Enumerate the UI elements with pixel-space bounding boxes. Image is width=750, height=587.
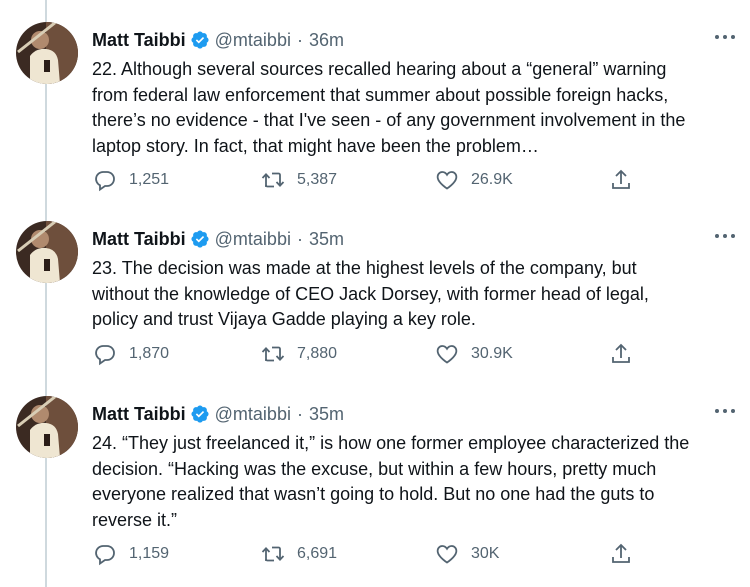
action-bar: 1,159 6,691 30K	[0, 541, 750, 567]
author-name[interactable]: Matt Taibbi	[92, 30, 186, 51]
share-icon	[612, 343, 630, 363]
separator-dot: ·	[296, 403, 303, 424]
tweet-text-line: 24. “They just freelanced it,” is how on…	[92, 433, 690, 453]
separator-dot: ·	[296, 29, 303, 50]
like-count: 30.9K	[471, 345, 513, 362]
share-button[interactable]	[609, 167, 633, 193]
share-button[interactable]	[609, 341, 633, 367]
share-icon	[612, 543, 630, 563]
timestamp[interactable]: 36m	[309, 30, 344, 51]
reply-count: 1,159	[129, 545, 170, 562]
timestamp[interactable]: 35m	[309, 229, 344, 250]
like-count: 30K	[471, 545, 500, 562]
tweet-text-line: there’s no evidence - that I've seen - o…	[92, 110, 686, 130]
like-button[interactable]: 26.9K	[435, 167, 513, 193]
reply-button[interactable]: 1,159	[93, 541, 169, 567]
tweet-text-line: decision. “Hacking was the excuse, but w…	[92, 458, 657, 479]
share-icon	[612, 169, 630, 189]
separator-dot: ·	[296, 228, 303, 249]
tweet-text: 22. Although several sources recalled he…	[92, 57, 742, 159]
timestamp[interactable]: 35m	[309, 404, 344, 425]
avatar[interactable]	[16, 221, 78, 283]
tweet-text: 23. The decision was made at the highest…	[92, 256, 742, 333]
retweet-button[interactable]: 5,387	[261, 167, 337, 193]
like-button[interactable]: 30K	[435, 541, 499, 567]
retweet-button[interactable]: 6,691	[261, 541, 337, 567]
action-bar: 1,870 7,880 30.9K	[0, 341, 750, 367]
tweet-text-line: from federal law enforcement that summer…	[92, 84, 669, 105]
reply-button[interactable]: 1,251	[93, 167, 169, 193]
retweet-icon	[261, 346, 285, 362]
tweet-text-line: 22. Although several sources recalled he…	[92, 59, 667, 79]
reply-count: 1,870	[129, 345, 170, 362]
tweet-text-line: everyone realized that wasn’t going to h…	[92, 484, 655, 504]
retweet-count: 5,387	[297, 171, 338, 188]
heart-icon	[436, 545, 458, 564]
retweet-count: 6,691	[297, 545, 338, 562]
retweet-icon	[261, 172, 285, 188]
verified-badge-icon	[191, 230, 209, 248]
like-count: 26.9K	[471, 171, 513, 188]
action-bar: 1,251 5,387 26.9K	[0, 167, 750, 193]
tweet-text: 24. “They just freelanced it,” is how on…	[92, 431, 742, 533]
more-options-icon[interactable]	[710, 24, 740, 50]
author-name[interactable]: Matt Taibbi	[92, 404, 186, 425]
more-options-icon[interactable]	[710, 398, 740, 424]
avatar[interactable]	[16, 396, 78, 458]
reply-icon	[95, 545, 115, 566]
reply-icon	[95, 345, 115, 366]
heart-icon	[436, 171, 458, 190]
reply-button[interactable]: 1,870	[93, 341, 169, 367]
more-options-icon[interactable]	[710, 223, 740, 249]
author-handle[interactable]: @mtaibbi	[215, 229, 291, 250]
retweet-button[interactable]: 7,880	[261, 341, 337, 367]
retweet-count: 7,880	[297, 345, 338, 362]
heart-icon	[436, 345, 458, 364]
author-handle[interactable]: @mtaibbi	[215, 404, 291, 425]
tweet-text-line: without the knowledge of CEO Jack Dorsey…	[92, 283, 649, 304]
verified-badge-icon	[191, 405, 209, 423]
author-name[interactable]: Matt Taibbi	[92, 229, 186, 250]
verified-badge-icon	[191, 31, 209, 49]
retweet-icon	[261, 546, 285, 562]
like-button[interactable]: 30.9K	[435, 341, 513, 367]
tweet-text-line: laptop story. In fact, that might have b…	[92, 135, 539, 156]
share-button[interactable]	[609, 541, 633, 567]
tweet-text-line: 23. The decision was made at the highest…	[92, 258, 637, 278]
reply-icon	[95, 171, 115, 192]
avatar[interactable]	[16, 22, 78, 84]
author-handle[interactable]: @mtaibbi	[215, 30, 291, 51]
tweet-text-line: policy and trust Vijaya Gadde playing a …	[92, 309, 476, 329]
thread-line	[45, 0, 47, 587]
reply-count: 1,251	[129, 171, 170, 188]
tweet-text-line: reverse it.”	[92, 509, 178, 530]
